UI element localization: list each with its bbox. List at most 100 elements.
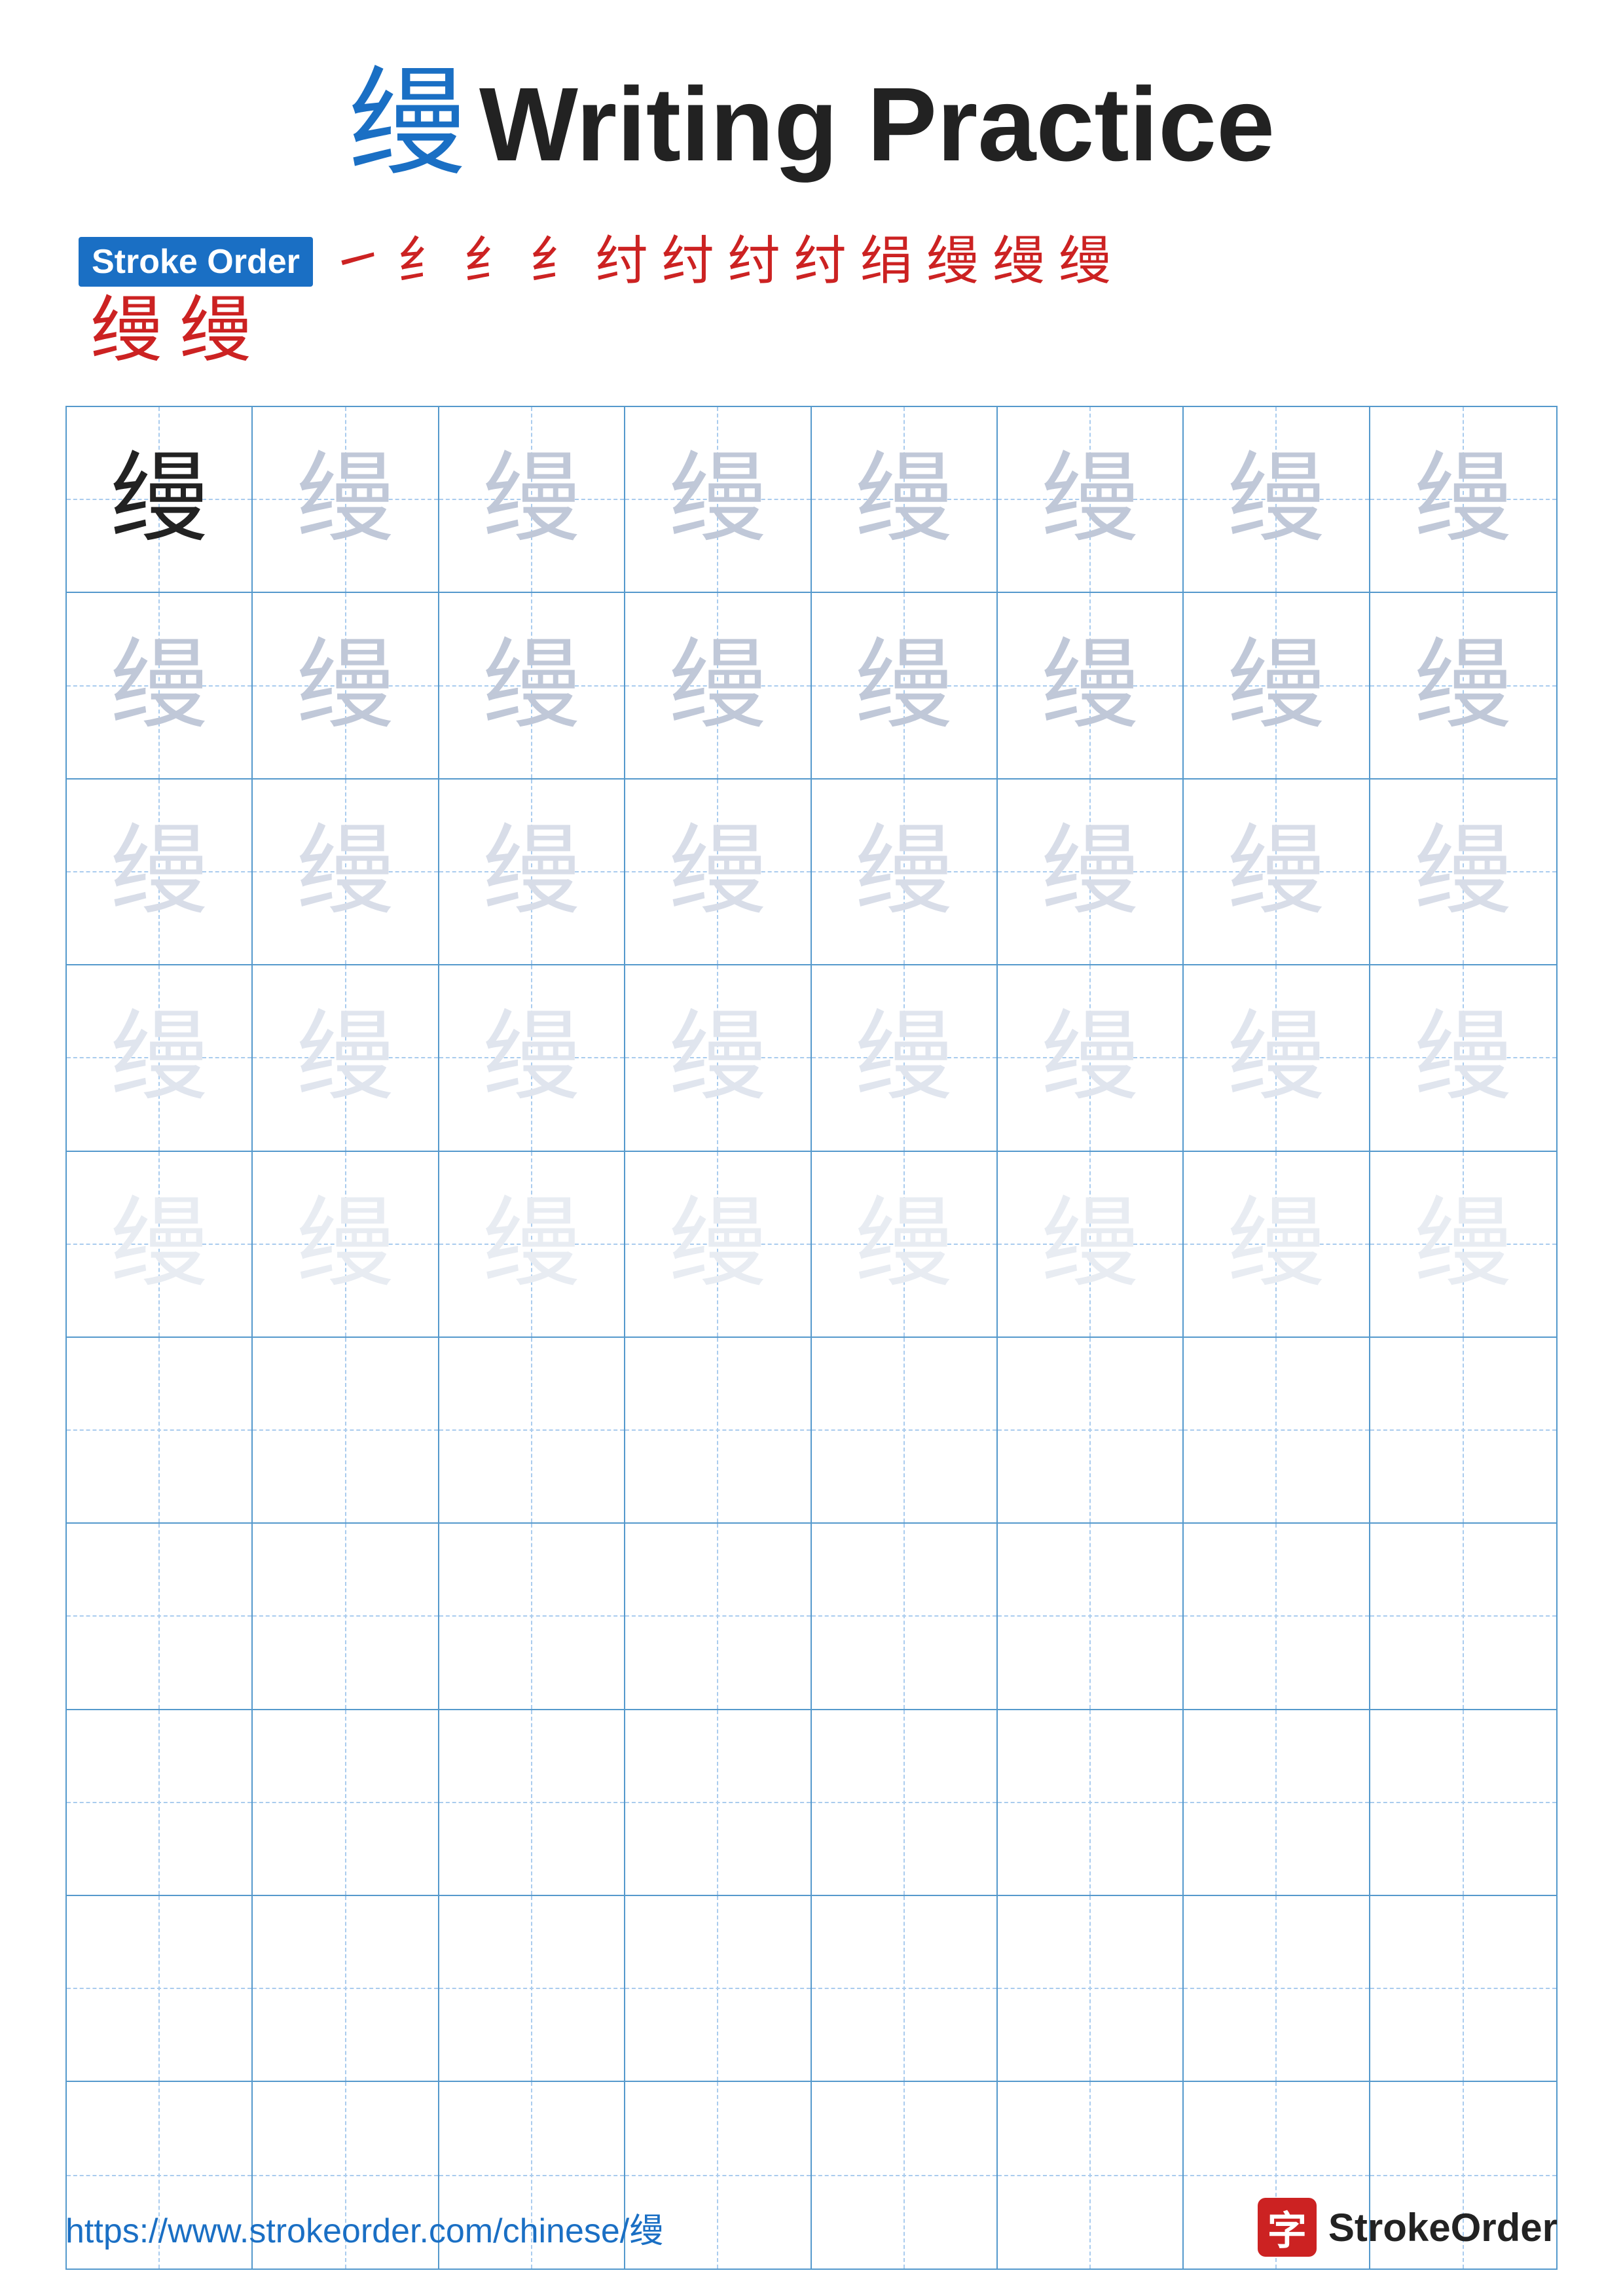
cell-9-3[interactable] [439, 1896, 625, 2082]
cell-6-2[interactable] [253, 1338, 439, 1524]
cell-4-6[interactable]: 缦 [998, 965, 1184, 1151]
cell-7-1[interactable] [67, 1524, 253, 1710]
cell-3-1[interactable]: 缦 [67, 780, 253, 965]
char-2-4: 缦 [668, 637, 767, 735]
footer-url[interactable]: https://www.strokeorder.com/chinese/缦 [65, 2203, 663, 2252]
cell-7-7[interactable] [1184, 1524, 1370, 1710]
cell-1-7[interactable]: 缦 [1184, 407, 1370, 593]
footer-brand: 字 StrokeOrder [1258, 2198, 1558, 2257]
cell-7-5[interactable] [812, 1524, 998, 1710]
stroke-order-section: Stroke Order ㇀ 纟 纟 纟 纣 纣 纣 纣 绢 缦 缦 缦 缦 缦 [65, 236, 1558, 367]
char-2-8: 缦 [1414, 637, 1512, 735]
cell-2-2[interactable]: 缦 [253, 593, 439, 779]
char-2-2: 缦 [297, 637, 395, 735]
cell-4-5[interactable]: 缦 [812, 965, 998, 1151]
stroke-9: 绢 [860, 236, 913, 288]
cell-5-1[interactable]: 缦 [67, 1152, 253, 1338]
cell-8-6[interactable] [998, 1710, 1184, 1896]
cell-8-7[interactable] [1184, 1710, 1370, 1896]
char-2-6: 缦 [1041, 637, 1139, 735]
cell-4-3[interactable]: 缦 [439, 965, 625, 1151]
cell-3-5[interactable]: 缦 [812, 780, 998, 965]
cell-8-5[interactable] [812, 1710, 998, 1896]
stroke-7: 纣 [728, 236, 780, 288]
char-4-5: 缦 [855, 1009, 953, 1107]
char-5-2: 缦 [297, 1195, 395, 1293]
grid-row-3: 缦 缦 缦 缦 缦 缦 缦 [67, 780, 1556, 965]
cell-1-1[interactable]: 缦 [67, 407, 253, 593]
cell-6-4[interactable] [625, 1338, 811, 1524]
cell-3-7[interactable]: 缦 [1184, 780, 1370, 965]
cell-3-4[interactable]: 缦 [625, 780, 811, 965]
cell-4-1[interactable]: 缦 [67, 965, 253, 1151]
cell-7-4[interactable] [625, 1524, 811, 1710]
cell-8-4[interactable] [625, 1710, 811, 1896]
cell-5-5[interactable]: 缦 [812, 1152, 998, 1338]
cell-6-5[interactable] [812, 1338, 998, 1524]
cell-2-4[interactable]: 缦 [625, 593, 811, 779]
cell-1-4[interactable]: 缦 [625, 407, 811, 593]
cell-5-3[interactable]: 缦 [439, 1152, 625, 1338]
cell-3-2[interactable]: 缦 [253, 780, 439, 965]
cell-2-5[interactable]: 缦 [812, 593, 998, 779]
cell-9-5[interactable] [812, 1896, 998, 2082]
cell-9-2[interactable] [253, 1896, 439, 2082]
cell-8-8[interactable] [1370, 1710, 1556, 1896]
footer-logo: 字 [1258, 2198, 1317, 2257]
cell-5-8[interactable]: 缦 [1370, 1152, 1556, 1338]
char-2-3: 缦 [483, 637, 581, 735]
cell-4-7[interactable]: 缦 [1184, 965, 1370, 1151]
cell-6-3[interactable] [439, 1338, 625, 1524]
cell-7-8[interactable] [1370, 1524, 1556, 1710]
cell-2-1[interactable]: 缦 [67, 593, 253, 779]
cell-6-7[interactable] [1184, 1338, 1370, 1524]
cell-5-7[interactable]: 缦 [1184, 1152, 1370, 1338]
cell-3-3[interactable]: 缦 [439, 780, 625, 965]
stroke-4: 纟 [530, 236, 582, 288]
cell-8-1[interactable] [67, 1710, 253, 1896]
cell-1-6[interactable]: 缦 [998, 407, 1184, 593]
char-2-5: 缦 [855, 637, 953, 735]
cell-7-2[interactable] [253, 1524, 439, 1710]
cell-5-4[interactable]: 缦 [625, 1152, 811, 1338]
cell-9-4[interactable] [625, 1896, 811, 2082]
grid-row-5: 缦 缦 缦 缦 缦 缦 缦 [67, 1152, 1556, 1338]
char-3-4: 缦 [668, 823, 767, 921]
cell-7-6[interactable] [998, 1524, 1184, 1710]
cell-5-2[interactable]: 缦 [253, 1152, 439, 1338]
cell-9-6[interactable] [998, 1896, 1184, 2082]
cell-9-7[interactable] [1184, 1896, 1370, 2082]
cell-6-6[interactable] [998, 1338, 1184, 1524]
cell-6-8[interactable] [1370, 1338, 1556, 1524]
char-3-7: 缦 [1227, 823, 1325, 921]
stroke-8: 纣 [794, 236, 847, 288]
char-3-3: 缦 [483, 823, 581, 921]
cell-8-2[interactable] [253, 1710, 439, 1896]
cell-1-8[interactable]: 缦 [1370, 407, 1556, 593]
cell-6-1[interactable] [67, 1338, 253, 1524]
cell-1-5[interactable]: 缦 [812, 407, 998, 593]
cell-3-6[interactable]: 缦 [998, 780, 1184, 965]
cell-2-6[interactable]: 缦 [998, 593, 1184, 779]
cell-2-8[interactable]: 缦 [1370, 593, 1556, 779]
cell-8-3[interactable] [439, 1710, 625, 1896]
cell-2-3[interactable]: 缦 [439, 593, 625, 779]
cell-9-8[interactable] [1370, 1896, 1556, 2082]
title-text: Writing Practice [479, 72, 1275, 177]
stroke-row2-1: 缦 [90, 295, 162, 367]
char-3-5: 缦 [855, 823, 953, 921]
cell-9-1[interactable] [67, 1896, 253, 2082]
cell-2-7[interactable]: 缦 [1184, 593, 1370, 779]
char-3-1: 缦 [110, 823, 208, 921]
cell-4-2[interactable]: 缦 [253, 965, 439, 1151]
cell-5-6[interactable]: 缦 [998, 1152, 1184, 1338]
cell-3-8[interactable]: 缦 [1370, 780, 1556, 965]
cell-1-3[interactable]: 缦 [439, 407, 625, 593]
char-1-6: 缦 [1041, 450, 1139, 548]
stroke-1: ㇀ [331, 236, 384, 288]
cell-4-4[interactable]: 缦 [625, 965, 811, 1151]
cell-1-2[interactable]: 缦 [253, 407, 439, 593]
cell-7-3[interactable] [439, 1524, 625, 1710]
cell-4-8[interactable]: 缦 [1370, 965, 1556, 1151]
page: 缦 Writing Practice Stroke Order ㇀ 纟 纟 纟 … [0, 0, 1623, 2296]
